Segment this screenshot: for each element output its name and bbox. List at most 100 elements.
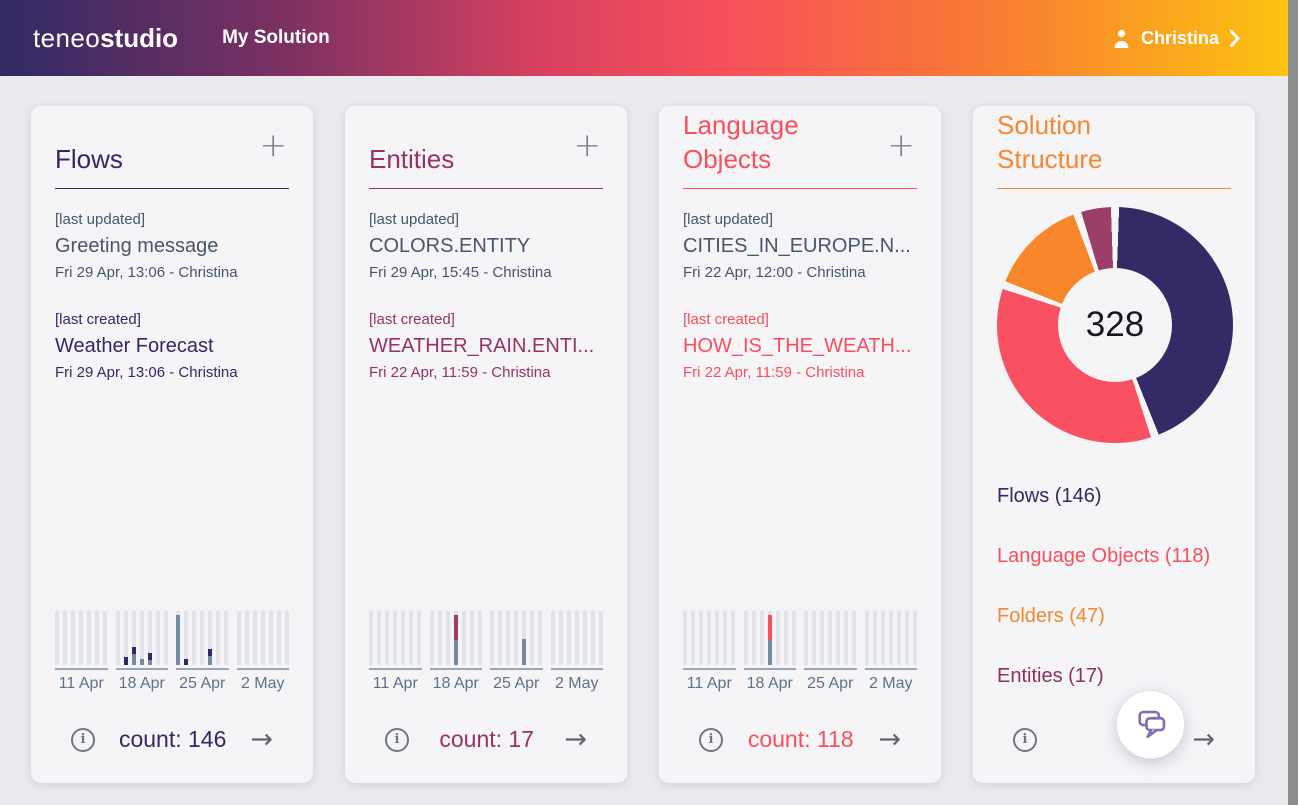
bar [132, 611, 136, 665]
bar [116, 611, 120, 665]
last-created-name[interactable]: WEATHER_RAIN.ENTI... [369, 335, 603, 358]
last-updated-name[interactable]: COLORS.ENTITY [369, 235, 603, 258]
bar [812, 611, 816, 665]
bar [63, 611, 67, 665]
bar [409, 611, 413, 665]
bar [87, 611, 91, 665]
week-label: 2 May [237, 675, 290, 693]
bar [506, 611, 510, 665]
chevron-right-icon [1230, 30, 1240, 47]
legend-item: Folders (47) [997, 605, 1231, 628]
week-group: 11 Apr [683, 611, 736, 693]
bar [124, 611, 128, 665]
last-updated-name[interactable]: CITIES_IN_EUROPE.N... [683, 235, 917, 258]
open-arrow-icon[interactable]: → [250, 726, 273, 753]
card-title[interactable]: Solution Structure [997, 109, 1175, 176]
card-entities: Entities + [last updated] COLORS.ENTITY … [345, 106, 627, 783]
open-arrow-icon[interactable]: → [1192, 726, 1215, 753]
mini-chart: 11 Apr18 Apr25 Apr2 May [55, 611, 289, 693]
info-icon[interactable]: i [385, 728, 409, 752]
bar [865, 611, 869, 665]
legend-item: Entities (17) [997, 665, 1231, 688]
bar [245, 611, 249, 665]
mini-chart: 11 Apr18 Apr25 Apr2 May [369, 611, 603, 693]
last-updated-meta: Fri 29 Apr, 13:06 - Christina [55, 264, 289, 281]
card-footer: i → [1013, 726, 1215, 753]
last-updated-entry: [last updated] CITIES_IN_EUROPE.N... Fri… [683, 211, 917, 281]
bar [446, 611, 450, 665]
last-created-label: [last created] [683, 311, 917, 328]
bar [377, 611, 381, 665]
top-bar: teneostudio My Solution Christina [0, 0, 1298, 76]
add-icon[interactable]: + [259, 128, 287, 161]
bar [369, 611, 373, 665]
title-divider [997, 188, 1231, 189]
solution-title: My Solution [222, 27, 330, 49]
last-updated-label: [last updated] [683, 211, 917, 228]
bar [385, 611, 389, 665]
info-icon[interactable]: i [699, 728, 723, 752]
bar [103, 611, 107, 665]
bar [269, 611, 273, 665]
scrollbar[interactable] [1288, 0, 1298, 805]
bar [430, 611, 434, 665]
add-icon[interactable]: + [573, 128, 601, 161]
bar [200, 611, 204, 665]
title-divider [369, 188, 603, 189]
info-icon[interactable]: i [71, 728, 95, 752]
bar [71, 611, 75, 665]
open-arrow-icon[interactable]: → [878, 726, 901, 753]
week-group: 11 Apr [55, 611, 108, 693]
bar [490, 611, 494, 665]
card-title[interactable]: Language Objects [683, 109, 861, 176]
count-label: count: 17 [439, 726, 534, 753]
bar [530, 611, 534, 665]
app-logo[interactable]: teneostudio [33, 23, 178, 54]
app-window: teneostudio My Solution Christina Flows … [0, 0, 1298, 805]
bar [567, 611, 571, 665]
last-created-meta: Fri 22 Apr, 11:59 - Christina [683, 364, 917, 381]
bar [498, 611, 502, 665]
last-created-entry: [last created] HOW_IS_THE_WEATH... Fri 2… [683, 311, 917, 381]
chat-button[interactable] [1116, 690, 1185, 759]
bar [683, 611, 687, 665]
bar [438, 611, 442, 665]
bar [897, 611, 901, 665]
bar [828, 611, 832, 665]
card-title[interactable]: Flows [55, 143, 123, 176]
week-label: 11 Apr [683, 675, 736, 693]
week-group: 2 May [551, 611, 604, 693]
bar [699, 611, 703, 665]
count-label: count: 118 [748, 726, 854, 753]
bar [913, 611, 917, 665]
bar [881, 611, 885, 665]
week-group: 25 Apr [490, 611, 543, 693]
card-title[interactable]: Entities [369, 143, 454, 176]
bar [575, 611, 579, 665]
last-updated-label: [last updated] [369, 211, 603, 228]
user-menu[interactable]: Christina [1113, 28, 1240, 49]
info-icon[interactable]: i [1013, 728, 1037, 752]
bar [599, 611, 603, 665]
bar [148, 611, 152, 665]
bar [591, 611, 595, 665]
bar [538, 611, 542, 665]
bar [844, 611, 848, 665]
last-created-name[interactable]: HOW_IS_THE_WEATH... [683, 335, 917, 358]
bar [79, 611, 83, 665]
last-updated-entry: [last updated] Greeting message Fri 29 A… [55, 211, 289, 281]
open-arrow-icon[interactable]: → [564, 726, 587, 753]
total-count: 328 [1086, 305, 1144, 345]
last-updated-name[interactable]: Greeting message [55, 235, 289, 258]
bar [253, 611, 257, 665]
last-created-name[interactable]: Weather Forecast [55, 335, 289, 358]
bar [184, 611, 188, 665]
bar [852, 611, 856, 665]
week-group: 25 Apr [176, 611, 229, 693]
chat-icon [1133, 708, 1169, 742]
bar [478, 611, 482, 665]
add-icon[interactable]: + [887, 128, 915, 161]
week-label: 18 Apr [430, 675, 483, 693]
card-solution-structure: Solution Structure 328 Flows (146)Langua… [973, 106, 1255, 783]
bar [454, 611, 458, 665]
